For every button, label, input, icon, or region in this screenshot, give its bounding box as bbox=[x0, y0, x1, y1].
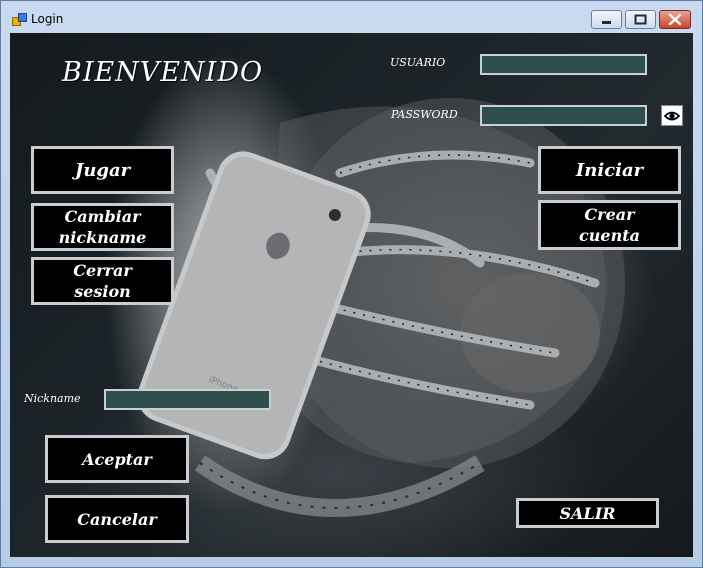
jugar-label: Jugar bbox=[74, 159, 131, 181]
usuario-input[interactable] bbox=[480, 54, 647, 75]
cambiar-label-line2: nickname bbox=[58, 228, 147, 247]
nickname-label: Nickname bbox=[24, 392, 81, 405]
cerrar-sesion-button[interactable]: Cerrar sesion bbox=[31, 257, 174, 305]
usuario-label: USUARIO bbox=[390, 56, 446, 69]
iniciar-label: Iniciar bbox=[575, 159, 644, 181]
welcome-heading: BIENVENIDO bbox=[62, 57, 264, 88]
cambiar-nickname-button[interactable]: Cambiar nickname bbox=[31, 203, 174, 251]
maximize-button[interactable] bbox=[625, 10, 656, 29]
cerrar-label-line2: sesion bbox=[74, 282, 131, 301]
cambiar-label-line1: Cambiar bbox=[64, 207, 141, 226]
form-client-area: iPhone BIENVENIDO USUARIO PASSWORD Jugar… bbox=[10, 33, 693, 557]
salir-button[interactable]: SALIR bbox=[516, 498, 659, 528]
window-title: Login bbox=[31, 12, 64, 26]
app-icon bbox=[12, 13, 27, 26]
cerrar-label-line1: Cerrar bbox=[73, 261, 132, 280]
password-label: PASSWORD bbox=[391, 108, 458, 121]
password-input[interactable] bbox=[480, 105, 647, 126]
crear-label-line1: Crear bbox=[584, 205, 635, 224]
aceptar-label: Aceptar bbox=[82, 449, 152, 469]
crear-cuenta-button[interactable]: Crear cuenta bbox=[538, 200, 681, 250]
cancelar-label: Cancelar bbox=[77, 509, 157, 529]
cancelar-button[interactable]: Cancelar bbox=[45, 495, 189, 543]
jugar-button[interactable]: Jugar bbox=[31, 146, 174, 194]
close-icon bbox=[668, 13, 682, 26]
salir-label: SALIR bbox=[559, 503, 616, 523]
show-password-button[interactable] bbox=[661, 105, 683, 126]
minimize-button[interactable] bbox=[591, 10, 622, 29]
nickname-input[interactable] bbox=[104, 389, 271, 410]
minimize-icon bbox=[602, 21, 611, 24]
maximize-icon bbox=[634, 14, 647, 25]
iniciar-button[interactable]: Iniciar bbox=[538, 146, 681, 194]
close-button[interactable] bbox=[659, 10, 691, 29]
login-window: Login iPhone BIENVENIDO USUARIO PASSWORD… bbox=[0, 0, 703, 568]
aceptar-button[interactable]: Aceptar bbox=[45, 435, 189, 483]
eye-icon bbox=[663, 111, 681, 121]
title-bar[interactable]: Login bbox=[1, 1, 702, 33]
crear-label-line2: cuenta bbox=[579, 226, 640, 245]
